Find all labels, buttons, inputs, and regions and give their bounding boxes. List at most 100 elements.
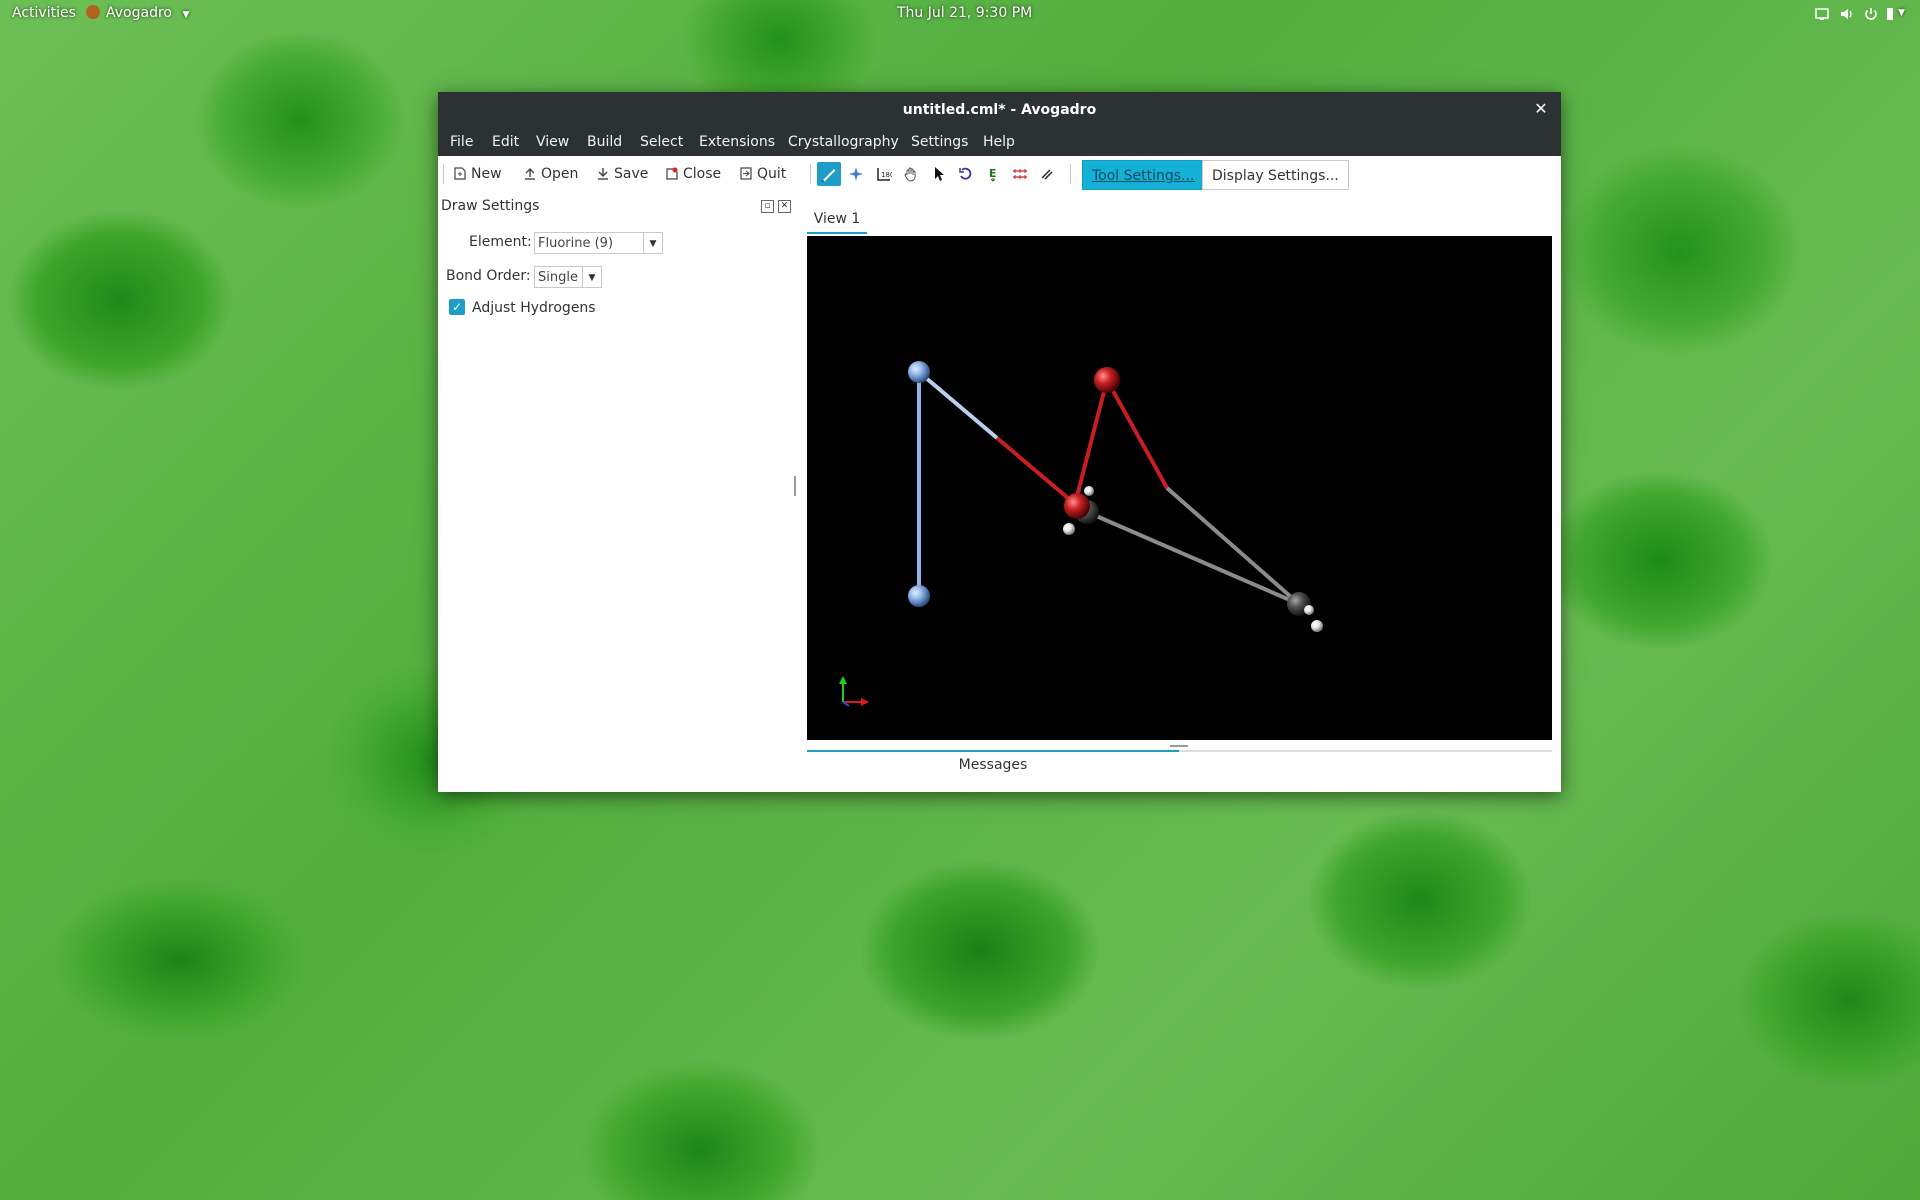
activities-button[interactable]: Activities xyxy=(12,5,76,21)
menu-help[interactable]: Help xyxy=(983,134,1015,150)
bond-order-label: Bond Order: xyxy=(446,268,531,284)
bond-order-select-value: Single xyxy=(538,270,578,285)
dock-title: Draw Settings xyxy=(441,198,540,214)
navigate-tool-icon xyxy=(849,167,863,181)
menu-view[interactable]: View xyxy=(536,134,569,150)
top-bar: Activities Avogadro ▼ Thu Jul 21, 9:30 P… xyxy=(0,0,1920,28)
save-button-label: Save xyxy=(614,166,649,182)
close-file-icon xyxy=(666,167,678,180)
avogadro-window: untitled.cml* - Avogadro ✕ File Edit Vie… xyxy=(438,92,1561,792)
atom-hydrogen[interactable] xyxy=(1311,620,1323,632)
menu-select[interactable]: Select xyxy=(640,134,683,150)
measure-tool-button[interactable]: 180 xyxy=(872,162,896,186)
menu-build[interactable]: Build xyxy=(587,134,622,150)
atom-fluorine[interactable] xyxy=(908,585,930,607)
save-button[interactable]: Save xyxy=(597,166,648,182)
dock-float-icon[interactable]: ▫ xyxy=(761,200,774,213)
tab-messages[interactable]: Messages xyxy=(807,757,1179,773)
bond-o-c-half-c[interactable] xyxy=(1165,486,1301,606)
element-select-value: Fluorine (9) xyxy=(538,236,614,251)
open-button[interactable]: Open xyxy=(524,166,578,182)
atom-hydrogen[interactable] xyxy=(1304,605,1314,615)
app-menu-label: Avogadro xyxy=(106,5,172,21)
adjust-hydrogens-label: Adjust Hydrogens xyxy=(472,300,596,316)
chevron-down-icon: ▼ xyxy=(582,267,601,287)
rotate-icon xyxy=(959,167,972,180)
menu-edit[interactable]: Edit xyxy=(492,134,519,150)
new-button-label: New xyxy=(471,166,502,182)
menu-settings[interactable]: Settings xyxy=(911,134,968,150)
toolbar-handle xyxy=(443,164,444,184)
bond-f-o-half-o[interactable] xyxy=(995,436,1077,506)
new-file-icon xyxy=(454,167,466,180)
draw-tool-icon xyxy=(822,169,836,182)
quit-button-label: Quit xyxy=(757,166,787,182)
tab-view-1[interactable]: View 1 xyxy=(807,208,867,234)
molecule-render[interactable] xyxy=(807,236,1552,740)
atoms xyxy=(908,361,1323,632)
open-button-label: Open xyxy=(541,166,579,182)
new-button[interactable]: New xyxy=(454,166,502,182)
atom-oxygen[interactable] xyxy=(1094,367,1120,393)
avogadro-app-icon xyxy=(86,5,100,19)
clock[interactable]: Thu Jul 21, 9:30 PM xyxy=(897,5,1032,21)
dock-close-icon[interactable]: ✕ xyxy=(778,200,791,213)
display-settings-button[interactable]: Display Settings... xyxy=(1202,160,1349,190)
bond-centric-tool-button[interactable] xyxy=(1035,162,1059,186)
draw-settings-dock: Draw Settings ▫ ✕ Element: Fluorine (9) … xyxy=(438,192,800,792)
quit-icon xyxy=(740,167,752,180)
messages-tab-indicator xyxy=(807,750,1179,752)
upload-icon xyxy=(525,168,535,180)
align-tool-button[interactable] xyxy=(1008,162,1032,186)
chevron-down-icon: ▼ xyxy=(182,10,190,20)
draw-tool-button[interactable] xyxy=(817,162,841,186)
adjust-hydrogens-checkbox[interactable]: ✓ xyxy=(449,299,465,315)
bond-c-c[interactable] xyxy=(1086,510,1300,606)
toolbar-separator xyxy=(810,164,811,184)
manipulate-tool-button[interactable] xyxy=(899,162,923,186)
menu-extensions[interactable]: Extensions xyxy=(699,134,775,150)
volume-icon[interactable] xyxy=(1840,7,1854,21)
close-window-icon[interactable]: ✕ xyxy=(1533,101,1549,117)
close-file-button[interactable]: Close xyxy=(666,166,721,182)
app-menu-button[interactable]: Avogadro ▼ xyxy=(86,5,189,21)
align-icon xyxy=(1013,169,1027,179)
menu-crystallography[interactable]: Crystallography xyxy=(788,134,899,150)
quit-button[interactable]: Quit xyxy=(740,166,786,182)
menu-file[interactable]: File xyxy=(450,134,473,150)
dock-splitter[interactable] xyxy=(794,476,796,496)
tool-settings-button[interactable]: Tool Settings... xyxy=(1082,160,1205,190)
atom-hydrogen[interactable] xyxy=(1063,523,1075,535)
chevron-down-icon: ▼ xyxy=(643,233,662,253)
main-toolbar: New Open Save Close Quit 180 xyxy=(438,156,1561,192)
window-titlebar[interactable]: untitled.cml* - Avogadro ✕ File Edit Vie… xyxy=(438,92,1561,156)
atom-fluorine[interactable] xyxy=(908,361,930,383)
system-menu-chevron-icon[interactable]: ▼ xyxy=(1898,8,1905,18)
atom-hydrogen[interactable] xyxy=(1084,486,1094,496)
screen-icon[interactable] xyxy=(1815,7,1829,21)
measure-tool-icon: 180 xyxy=(877,168,892,181)
energy-icon: E xyxy=(989,167,997,182)
messages-tabbar xyxy=(807,750,1552,752)
element-label: Element: xyxy=(469,234,532,250)
toolbar-separator xyxy=(1070,164,1071,184)
power-icon[interactable] xyxy=(1864,7,1878,21)
bond-centric-icon xyxy=(1041,169,1053,180)
molecule-viewport[interactable] xyxy=(807,236,1552,740)
bond-o-o[interactable] xyxy=(1073,379,1109,505)
select-tool-button[interactable] xyxy=(927,162,951,186)
battery-icon[interactable] xyxy=(1883,7,1897,21)
messages-splitter[interactable] xyxy=(1170,745,1188,747)
bond-o-c-half-o[interactable] xyxy=(1105,379,1169,489)
autoopt-tool-button[interactable]: E xyxy=(981,162,1005,186)
close-file-button-label: Close xyxy=(683,166,722,182)
atom-oxygen[interactable] xyxy=(1064,493,1090,519)
window-title: untitled.cml* - Avogadro xyxy=(902,102,1097,118)
bonds xyxy=(917,370,1301,606)
navigate-tool-button[interactable] xyxy=(844,162,868,186)
bond-order-select[interactable]: Single ▼ xyxy=(534,266,602,288)
rotate-tool-button[interactable] xyxy=(954,162,978,186)
element-select[interactable]: Fluorine (9) ▼ xyxy=(534,232,663,254)
download-icon xyxy=(598,168,608,180)
bond-f-o-half-f[interactable] xyxy=(917,370,999,440)
